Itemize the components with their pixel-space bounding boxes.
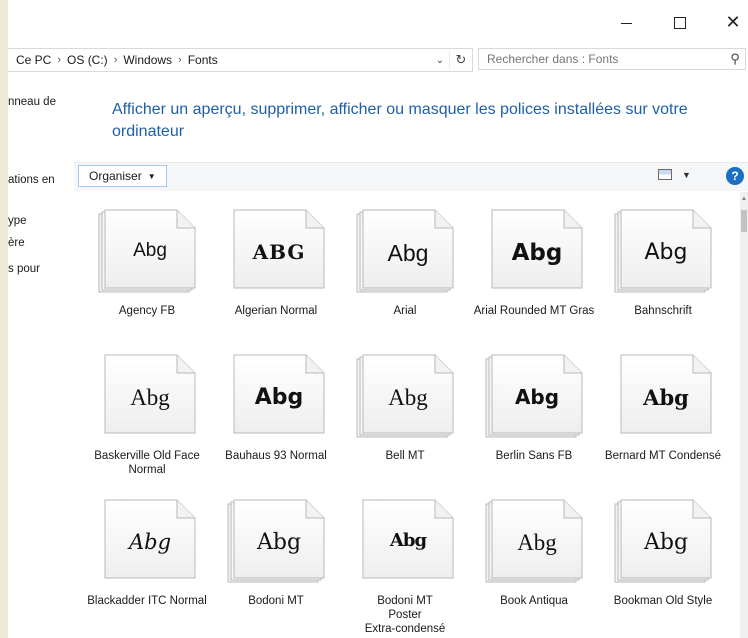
font-tile[interactable]: Abg Berlin Sans FB bbox=[472, 345, 596, 480]
font-name-label: Bodoni MT Poster Extra-condensé bbox=[343, 594, 467, 636]
organise-label: Organiser bbox=[89, 169, 142, 183]
search-box[interactable]: ⚲ bbox=[478, 48, 746, 70]
font-name-label: Baskerville Old Face Normal bbox=[94, 450, 200, 476]
page-title: Afficher un aperçu, supprimer, afficher … bbox=[112, 101, 688, 140]
chevron-down-icon[interactable]: ⌄ bbox=[431, 55, 449, 66]
search-input[interactable] bbox=[479, 51, 725, 67]
font-name-line: Bodoni MT bbox=[377, 595, 433, 607]
nav-item-fonts-for[interactable]: s pour bbox=[8, 263, 40, 275]
font-tile[interactable]: Abg Baskerville Old Face Normal bbox=[85, 345, 209, 480]
font-name-label: Book Antiqua bbox=[500, 595, 568, 607]
scroll-up-icon[interactable]: ▲ bbox=[741, 196, 747, 202]
title-bar: ✕ bbox=[8, 0, 748, 44]
nav-item-control-panel[interactable]: nneau de bbox=[8, 96, 56, 108]
nav-item-character[interactable]: ère bbox=[8, 237, 25, 249]
organise-button[interactable]: Organiser ▼ bbox=[78, 165, 167, 187]
search-icon[interactable]: ⚲ bbox=[725, 51, 745, 67]
nav-item-settings[interactable]: ations en bbox=[8, 174, 55, 186]
breadcrumb-fonts[interactable]: Fonts bbox=[188, 53, 218, 67]
chevron-right-icon[interactable]: › bbox=[178, 54, 182, 66]
font-name-line: Extra-condensé bbox=[364, 623, 446, 635]
font-name-label: Arial Rounded MT Gras bbox=[473, 305, 595, 317]
help-button[interactable]: ? bbox=[726, 167, 744, 185]
nav-item-type[interactable]: ype bbox=[8, 215, 27, 227]
minimize-icon bbox=[620, 22, 632, 24]
font-tile[interactable]: Abg Bauhaus 93 Normal bbox=[214, 345, 338, 480]
font-sample-glyph: Abg bbox=[256, 530, 302, 555]
close-icon: ✕ bbox=[725, 12, 741, 33]
font-tile[interactable]: Abg Agency FB bbox=[85, 200, 209, 335]
font-sample-glyph: Abg bbox=[643, 530, 689, 555]
font-sample-glyph: Abg bbox=[643, 385, 689, 410]
breadcrumb-windows[interactable]: Windows bbox=[123, 53, 172, 67]
desktop-background-strip bbox=[0, 0, 8, 638]
font-sample-glyph: ABG bbox=[252, 240, 306, 264]
font-tile[interactable]: Abg Arial Rounded MT Gras bbox=[472, 200, 596, 335]
change-view-button[interactable]: ▼ bbox=[658, 169, 691, 180]
font-grid: Abg Agency FB ABG Algerian Normal Abg Arial Ab… bbox=[85, 200, 735, 638]
font-sample-glyph: Abg bbox=[389, 530, 427, 551]
command-bar: Organiser ▼ ▼ ? bbox=[74, 162, 748, 191]
caret-down-icon: ▼ bbox=[682, 169, 691, 180]
font-tile[interactable]: Abg Blackadder ITC Normal bbox=[85, 490, 209, 625]
font-name-label: Bauhaus 93 Normal bbox=[225, 450, 327, 462]
maximize-button[interactable] bbox=[657, 8, 703, 38]
view-icon bbox=[658, 169, 672, 180]
font-sample-glyph: Abg bbox=[517, 530, 557, 555]
font-tile[interactable]: Abg Bahnschrift bbox=[601, 200, 725, 335]
font-name-label: Algerian Normal bbox=[234, 305, 318, 317]
font-tile[interactable]: Abg Book Antiqua bbox=[472, 490, 596, 625]
scrollbar-thumb[interactable] bbox=[741, 210, 747, 232]
breadcrumb-this-pc[interactable]: Ce PC bbox=[16, 53, 51, 67]
font-sample-glyph: Abg bbox=[514, 385, 560, 409]
refresh-icon[interactable]: ↻ bbox=[449, 52, 472, 68]
font-sample-glyph: Abg bbox=[128, 530, 172, 554]
font-name-line: Poster bbox=[388, 609, 422, 621]
breadcrumb: Ce PC › OS (C:) › Windows › Fonts bbox=[8, 53, 431, 67]
font-name-label: Bernard MT Condensé bbox=[604, 450, 722, 462]
font-sample-glyph: Abg bbox=[387, 240, 429, 266]
font-tile[interactable]: Abg Bell MT bbox=[343, 345, 467, 480]
address-bar[interactable]: Ce PC › OS (C:) › Windows › Fonts ⌄ ↻ bbox=[8, 48, 473, 72]
breadcrumb-os-c[interactable]: OS (C:) bbox=[67, 53, 108, 67]
font-name-label: Arial bbox=[393, 305, 417, 317]
navigation-pane: nneau de ations en ype ère s pour bbox=[8, 72, 74, 638]
font-name-label: Agency FB bbox=[118, 305, 176, 317]
vertical-scrollbar[interactable] bbox=[740, 192, 748, 638]
font-tile[interactable]: Abg Bodoni MT bbox=[214, 490, 338, 625]
font-tile[interactable]: ABG Algerian Normal bbox=[214, 200, 338, 335]
font-name-label: Bodoni MT bbox=[248, 595, 304, 607]
font-tile[interactable]: Abg Bodoni MT Poster Extra-condensé bbox=[343, 490, 467, 635]
font-name-label: Blackadder ITC Normal bbox=[87, 595, 207, 607]
caret-down-icon: ▼ bbox=[147, 171, 156, 181]
font-sample-glyph: Abg bbox=[644, 240, 688, 265]
font-sample-glyph: Abg bbox=[130, 385, 170, 410]
chevron-right-icon[interactable]: › bbox=[57, 54, 61, 66]
font-sample-glyph: Abg bbox=[388, 385, 428, 410]
close-button[interactable]: ✕ bbox=[710, 8, 748, 38]
font-name-label: Berlin Sans FB bbox=[495, 450, 573, 462]
chevron-right-icon[interactable]: › bbox=[114, 54, 118, 66]
minimize-button[interactable] bbox=[603, 8, 649, 38]
font-sample-glyph: Abg bbox=[511, 240, 563, 266]
font-sample-glyph: Abg bbox=[133, 240, 167, 261]
maximize-icon bbox=[674, 17, 686, 29]
font-name-label: Bell MT bbox=[385, 450, 425, 462]
font-name-label: Bookman Old Style bbox=[613, 595, 713, 607]
font-tile[interactable]: Abg Bookman Old Style bbox=[601, 490, 725, 625]
font-name-label: Bahnschrift bbox=[634, 305, 692, 317]
font-tile[interactable]: Abg Bernard MT Condensé bbox=[601, 345, 725, 480]
font-tile[interactable]: Abg Arial bbox=[343, 200, 467, 335]
font-sample-glyph: Abg bbox=[254, 385, 304, 410]
